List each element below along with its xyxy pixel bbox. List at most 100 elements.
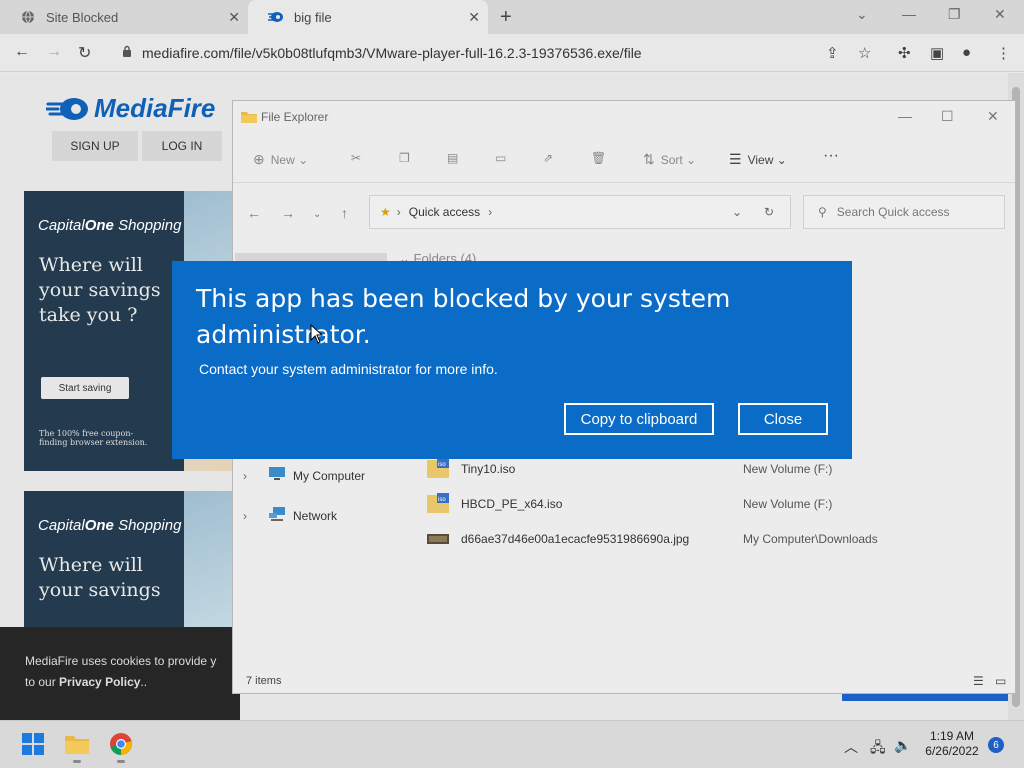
running-indicator [73,760,81,763]
share-icon[interactable]: ⇗ [543,151,553,165]
tab-label: Site Blocked [46,9,119,25]
paste-icon[interactable]: ▤ [447,151,458,165]
tab-site-blocked[interactable]: Site Blocked ✕ [0,0,248,34]
back-arrow-icon[interactable]: ← [247,205,261,221]
share-icon[interactable]: ⇪ [826,44,839,62]
start-saving-button[interactable]: Start saving [41,377,129,399]
address-bar[interactable]: mediafire.com/file/v5k0b08tlufqmb3/VMwar… [108,38,878,68]
file-row[interactable]: iso HBCD_PE_x64.iso New Volume (F:) [427,492,1003,516]
svg-text:iso: iso [438,497,446,503]
side-panel-icon[interactable]: ▣ [930,44,944,62]
maximize-icon[interactable]: ☐ [941,108,954,125]
mediafire-logo[interactable]: MediaFire [46,93,215,124]
explorer-title: File Explorer [261,110,329,124]
clock-time: 1:19 AM [929,729,975,743]
reload-icon[interactable]: ↻ [78,43,91,63]
logo-text: MediaFire [94,93,216,123]
chevron-right-icon: › [488,205,493,219]
tab-label: big file [294,9,332,25]
item-count: 7 items [246,675,282,687]
image-file-icon [427,528,451,550]
more-options-icon[interactable]: ··· [823,147,839,165]
close-icon[interactable]: ✕ [228,9,240,26]
tree-item-network[interactable]: › Network [243,507,337,524]
close-button[interactable]: Close [738,403,828,435]
browser-toolbar: ← → ↻ mediafire.com/file/v5k0b08tlufqmb3… [0,34,1024,72]
minimize-icon[interactable]: — [902,6,916,22]
close-icon[interactable]: ✕ [468,9,480,26]
sort-icon: ⇅ [643,151,655,167]
ad-headline: Where will your savings take you ? [39,254,161,326]
sort-button[interactable]: ⇅ Sort ⌄ [643,151,696,168]
copy-icon[interactable]: ❐ [399,151,410,165]
delete-icon[interactable]: 🗑 [591,151,606,165]
file-location: My Computer\Downloads [743,532,878,546]
explorer-address-row: ← → ⌄ ↑ ★ › Quick access › ⌄ ↻ ⚲ Search … [233,187,1015,237]
new-tab-button[interactable]: + [500,6,512,29]
breadcrumb-quick-access[interactable]: Quick access [409,205,480,219]
back-arrow-icon[interactable]: ← [14,43,30,61]
taskbar-file-explorer[interactable] [64,731,90,763]
new-button[interactable]: ⊕ New ⌄ [253,151,308,168]
tab-big-file[interactable]: big file ✕ [248,0,488,34]
extensions-icon[interactable]: ✣ [898,44,911,62]
chevron-down-icon[interactable]: ⌄ [732,205,742,219]
login-button[interactable]: LOG IN [142,131,222,161]
volume-icon[interactable]: 🔈 [894,737,911,754]
ad-brand: CapitalOne Shopping [38,517,182,534]
forward-arrow-icon[interactable]: → [46,43,62,61]
explorer-title-bar[interactable]: File Explorer — ☐ ✕ [233,101,1015,133]
ad-brand: CapitalOne Shopping [38,217,182,234]
plus-circle-icon: ⊕ [253,151,265,167]
chevron-right-icon: › [396,205,401,219]
explorer-path-bar[interactable]: ★ › Quick access › ⌄ ↻ [369,195,791,229]
url-text: mediafire.com/file/v5k0b08tlufqmb3/VMwar… [142,45,642,61]
network-icon[interactable]: 🖧 [870,737,886,761]
minimize-icon[interactable]: — [898,108,912,124]
file-name: HBCD_PE_x64.iso [461,497,563,511]
iso-file-icon: iso [427,493,451,515]
chevron-right-icon[interactable]: › [243,469,257,483]
start-button[interactable] [20,731,46,757]
lock-icon [122,44,132,62]
clock[interactable]: 1:19 AM 6/26/2022 [918,729,986,759]
globe-icon [20,9,36,25]
up-arrow-icon[interactable]: ↑ [341,205,348,221]
privacy-policy-link[interactable]: Privacy Policy [59,675,140,689]
taskbar-chrome[interactable] [108,731,134,763]
chrome-icon [110,733,132,755]
iso-file-icon: iso [427,458,451,480]
tree-item-my-computer[interactable]: › My Computer [243,467,365,484]
refresh-icon[interactable]: ↻ [764,205,774,219]
chevron-right-icon[interactable]: › [243,509,257,523]
ad-headline: Where will your savings [39,554,161,601]
cut-icon[interactable]: ✂ [351,151,361,165]
notification-badge[interactable]: 6 [988,737,1004,753]
download-button-edge[interactable] [842,693,1010,701]
search-icon: ⚲ [818,205,827,219]
chevron-down-icon[interactable]: ⌄ [856,6,868,23]
bookmark-star-icon[interactable]: ☆ [858,44,871,62]
running-indicator [117,760,125,763]
restore-icon[interactable]: ❐ [948,6,961,23]
details-view-icon[interactable]: ☰ [973,674,984,688]
computer-icon [269,467,285,484]
search-placeholder: Search Quick access [836,205,950,219]
explorer-search-input[interactable]: ⚲ Search Quick access [803,195,1005,229]
recent-locations-icon[interactable]: ⌄ [313,209,321,220]
dialog-title: This app has been blocked by your system… [196,284,731,349]
copy-to-clipboard-button[interactable]: Copy to clipboard [564,403,714,435]
close-icon[interactable]: ✕ [987,108,999,125]
profile-avatar-icon[interactable]: ● [962,44,971,61]
browser-menu-icon[interactable]: ⋮ [996,44,1011,62]
taskbar: ︿ 🖧 🔈 1:19 AM 6/26/2022 6 [0,720,1024,768]
file-row[interactable]: d66ae37d46e00a1ecacfe9531986690a.jpg My … [427,527,1003,551]
view-button[interactable]: ☰ View ⌄ [729,151,787,168]
rename-icon[interactable]: ▭ [495,151,506,165]
forward-arrow-icon[interactable]: → [281,205,295,221]
signup-button[interactable]: SIGN UP [52,131,138,161]
close-window-icon[interactable]: ✕ [994,6,1006,23]
chevron-up-icon[interactable]: ︿ [844,737,858,757]
tiles-view-icon[interactable]: ▭ [995,674,1006,688]
file-row[interactable]: iso Tiny10.iso New Volume (F:) [427,457,1003,481]
